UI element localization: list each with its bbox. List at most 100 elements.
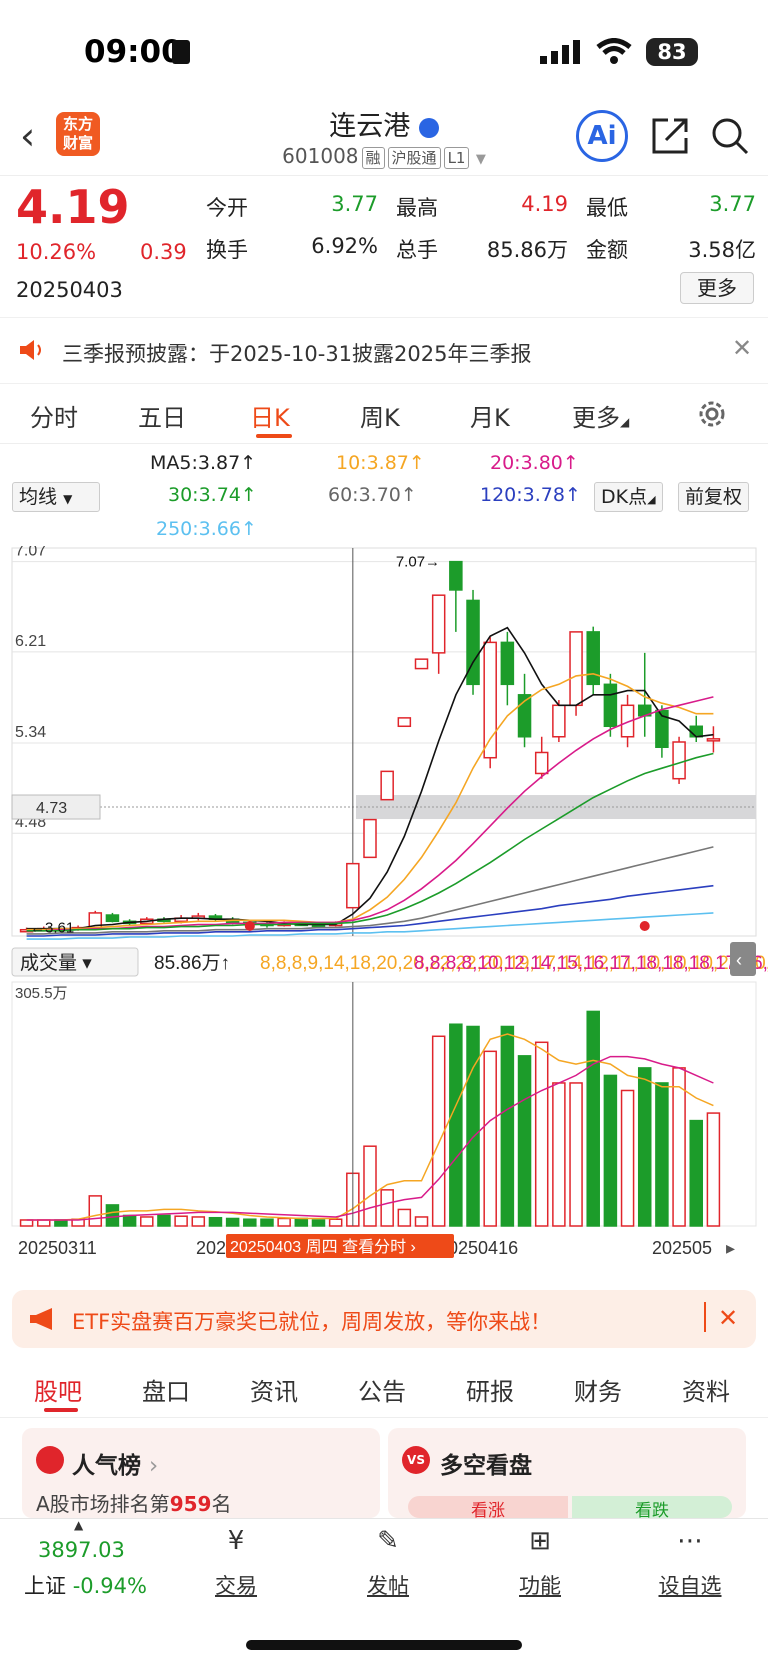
tab-guba[interactable]: 股吧 <box>34 1372 82 1407</box>
low-label: 最低 <box>586 196 628 220</box>
crosshair-date-label: 20250403 周四 查看分时 › <box>230 1238 416 1256</box>
min-price-marker: ←3.61 <box>30 919 74 936</box>
candle-body <box>449 560 463 591</box>
ai-button[interactable]: Ai <box>576 110 628 162</box>
index-value[interactable]: 3897.03 <box>38 1538 125 1562</box>
volume-bar <box>328 1218 343 1227</box>
share-icon[interactable] <box>650 116 690 156</box>
volume-bar <box>397 1208 412 1227</box>
volume-bar <box>260 1218 274 1227</box>
candle-body <box>552 704 566 738</box>
tab-monthly[interactable]: 月K <box>470 398 510 433</box>
tab-news[interactable]: 资讯 <box>250 1372 298 1407</box>
tab-more[interactable]: 更多◢ <box>572 398 629 433</box>
candle-body <box>380 770 394 801</box>
signal-icon <box>540 40 580 64</box>
status-bar: 09:00 83 <box>0 0 768 100</box>
volume-bar <box>552 1082 566 1227</box>
close-icon[interactable]: ✕ <box>732 334 752 362</box>
amount-value: 3.58亿 <box>688 238 756 262</box>
tab-announcements[interactable]: 公告 <box>358 1372 406 1407</box>
volume-bar <box>603 1074 618 1227</box>
tab-pankou[interactable]: 盘口 <box>142 1372 190 1407</box>
bearish-button[interactable]: 看跌 <box>572 1496 732 1521</box>
tab-five-day[interactable]: 五日 <box>138 398 186 433</box>
volume-bar <box>655 1082 669 1227</box>
price-axis-label: 7.07 <box>15 546 46 560</box>
volume-bar <box>380 1189 394 1227</box>
function-button[interactable]: 功能 <box>500 1570 580 1600</box>
candle-body <box>603 683 618 728</box>
volume-bar <box>517 1055 532 1227</box>
rank-chart-icon <box>36 1446 64 1474</box>
tag-margin: 融 <box>361 147 385 169</box>
volume-bar <box>483 1050 497 1227</box>
candle-body <box>346 862 360 909</box>
watchlist-dots-icon: ⋯ <box>677 1526 703 1556</box>
banner-divider <box>704 1302 706 1332</box>
volume-bar <box>191 1216 206 1227</box>
candle-body <box>414 658 429 670</box>
volume-bar <box>174 1215 188 1227</box>
volume-bar <box>672 1067 686 1227</box>
candlestick-chart[interactable]: 7.076.215.344.484.737.07→←3.61成交量 ▾ 85.86… <box>0 546 768 1276</box>
trade-button[interactable]: 交易 <box>196 1570 276 1600</box>
volume-selector-label: 成交量 ▾ <box>20 952 92 974</box>
settings-gear-icon[interactable] <box>696 398 728 430</box>
volume-bar <box>36 1219 51 1227</box>
highlight-price-label: 4.73 <box>36 800 67 817</box>
volume-bar <box>54 1219 68 1227</box>
volume-bar <box>122 1214 137 1227</box>
index-info[interactable]: 上证 -0.94% <box>24 1570 147 1600</box>
turnover-label: 换手 <box>206 238 248 262</box>
volume-bar <box>294 1217 309 1227</box>
volume-bar <box>534 1041 549 1227</box>
info-tab-indicator <box>44 1408 78 1412</box>
tab-weekly[interactable]: 周K <box>360 398 400 433</box>
candle-body <box>569 631 583 707</box>
date-axis-label: 202505 <box>652 1238 712 1258</box>
volume-ma2: 8,8,8,8,10,12,14,15,16,17,18,18,18,17,16… <box>414 953 768 974</box>
rank-text: A股市场排名第959名 <box>36 1492 232 1516</box>
volume-bar <box>140 1216 154 1227</box>
volume-bar <box>157 1214 171 1227</box>
volume-label: 总手 <box>396 238 438 262</box>
quote-date: 20250403 <box>16 278 123 302</box>
current-price: 4.19 <box>16 180 130 234</box>
vs-icon: VS <box>402 1446 430 1474</box>
banner-close-icon[interactable]: ✕ <box>718 1304 738 1332</box>
more-button[interactable]: 更多 <box>680 272 754 304</box>
tab-daily[interactable]: 日K <box>250 398 290 433</box>
id-card-icon <box>172 40 190 64</box>
post-button[interactable]: 发帖 <box>348 1570 428 1600</box>
max-price-marker: 7.07→ <box>396 554 440 571</box>
scroll-right-icon: ▸ <box>726 1238 735 1258</box>
rank-title: 人气榜 › <box>72 1453 159 1479</box>
event-dot <box>244 921 255 931</box>
tab-indicator <box>256 434 292 438</box>
volume-bar <box>500 1025 515 1227</box>
ma30-label: 30:3.74↑ <box>168 484 257 506</box>
dk-point-button[interactable]: DK点◢ <box>594 482 663 512</box>
volume-bar <box>19 1219 34 1227</box>
long-short-title: 多空看盘 <box>440 1453 532 1479</box>
tab-finance[interactable]: 财务 <box>574 1372 622 1407</box>
volume-bar <box>225 1217 240 1227</box>
add-watchlist-button[interactable]: 设自选 <box>650 1570 730 1600</box>
tab-intraday[interactable]: 分时 <box>30 398 78 433</box>
search-icon[interactable] <box>710 116 750 156</box>
tab-research[interactable]: 研报 <box>466 1372 514 1407</box>
bullish-button[interactable]: 看涨 <box>408 1496 568 1521</box>
volume-value: 85.86万 <box>486 238 568 262</box>
volume-bar <box>586 1010 600 1227</box>
open-label: 今开 <box>206 196 248 220</box>
volume-bar <box>277 1217 291 1227</box>
adjust-button[interactable]: 前复权 <box>678 482 750 512</box>
candle-body <box>586 631 600 686</box>
status-time: 09:00 <box>84 34 183 70</box>
megaphone-icon <box>30 1308 52 1330</box>
function-grid-icon: ⊞ <box>529 1526 551 1556</box>
indicator-selector[interactable]: 均线 ▼ <box>12 482 100 512</box>
event-dot <box>639 921 650 931</box>
tab-profile[interactable]: 资料 <box>682 1372 730 1407</box>
